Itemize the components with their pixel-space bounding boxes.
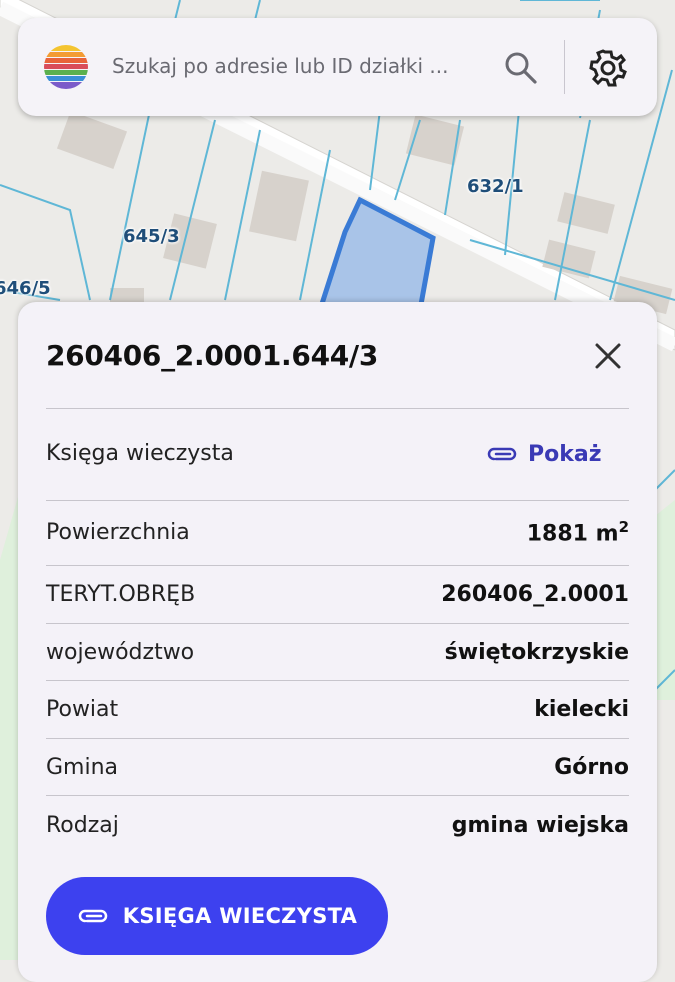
divider (46, 565, 629, 566)
type-value: gmina wiejska (451, 813, 629, 838)
paperclip-icon (78, 909, 107, 923)
type-label: Rodzaj (46, 813, 119, 838)
search-bar: Szukaj po adresie lub ID działki ... (18, 18, 657, 116)
commune-value: Górno (554, 755, 629, 780)
show-kw-label: Pokaż (528, 441, 602, 467)
divider (46, 408, 629, 409)
map-label-parcel: 646/5 (0, 278, 51, 299)
voivodeship-value: świętokrzyskie (444, 640, 629, 665)
search-input[interactable]: Szukaj po adresie lub ID działki ... (112, 54, 448, 78)
app-logo (44, 45, 88, 89)
parcel-id-title: 260406_2.0001.644/3 (46, 339, 379, 372)
county-value: kielecki (534, 697, 629, 722)
teryt-value: 260406_2.0001 (441, 582, 629, 607)
search-icon[interactable] (502, 49, 540, 87)
parcel-info-panel: 260406_2.0001.644/3 Księga wieczysta Pok… (18, 302, 657, 982)
land-register-button[interactable]: KSIĘGA WIECZYSTA (46, 877, 388, 955)
commune-label: Gmina (46, 755, 119, 780)
divider (46, 738, 629, 739)
map-label-parcel: 632/1 (467, 176, 524, 197)
voivodeship-label: województwo (46, 640, 195, 665)
divider (46, 500, 629, 501)
area-label: Powierzchnia (46, 520, 190, 545)
toolbar-divider (564, 40, 565, 94)
divider (46, 623, 629, 624)
area-value: 1881 m2 (526, 518, 629, 547)
county-label: Powiat (46, 697, 119, 722)
divider (46, 795, 629, 796)
paperclip-icon (487, 447, 517, 461)
land-register-button-label: KSIĘGA WIECZYSTA (122, 904, 358, 928)
map-label-parcel: 645/3 (123, 226, 180, 247)
divider (46, 680, 629, 681)
close-icon[interactable] (590, 338, 626, 374)
gear-icon[interactable] (586, 46, 630, 90)
teryt-label: TERYT.OBRĘB (46, 582, 196, 607)
kw-label: Księga wieczysta (46, 441, 234, 466)
show-kw-link[interactable]: Pokaż (486, 438, 602, 470)
